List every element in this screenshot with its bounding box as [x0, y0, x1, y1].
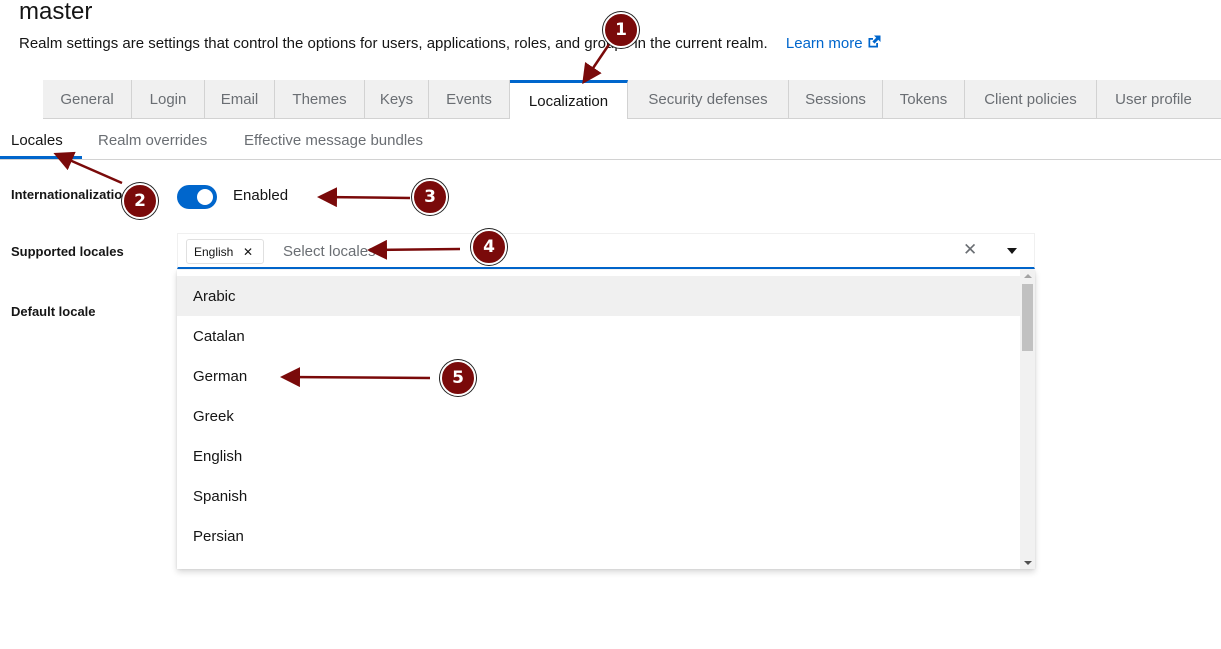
locales-search-input[interactable]	[283, 240, 783, 262]
subtab-realm-overrides[interactable]: Realm overrides	[98, 120, 207, 160]
tab-sessions[interactable]: Sessions	[789, 80, 883, 119]
arrow-3	[317, 187, 411, 208]
tab-label: Tokens	[899, 90, 948, 108]
learn-more-link[interactable]: Learn more	[786, 35, 881, 52]
option-arabic[interactable]: Arabic	[177, 276, 1020, 316]
tab-general[interactable]: General	[43, 80, 132, 119]
tab-events[interactable]: Events	[429, 80, 510, 119]
option-catalan[interactable]: Catalan	[177, 316, 1020, 356]
tab-label: Login	[149, 90, 187, 108]
page-title: master	[19, 0, 93, 25]
annotation-badge-1: 1	[603, 12, 639, 48]
description-text: Realm settings are settings that control…	[19, 35, 768, 52]
clear-selection-icon[interactable]: ✕	[963, 241, 977, 259]
chip-label: English	[194, 244, 234, 259]
annotation-badge-5: 5	[440, 360, 476, 396]
tab-label: Email	[220, 90, 259, 108]
subtab-locales[interactable]: Locales	[11, 120, 63, 160]
caret-down-icon[interactable]	[1007, 248, 1017, 254]
tab-label: Security defenses	[648, 90, 768, 108]
tab-overflow	[1209, 80, 1221, 119]
internationalization-status: Enabled	[233, 187, 289, 204]
tab-label: Client policies	[984, 90, 1077, 108]
tab-label: Themes	[292, 90, 347, 108]
tab-label: Events	[446, 90, 492, 108]
page-description: Realm settings are settings that control…	[19, 35, 881, 52]
scroll-down-arrow-icon[interactable]	[1024, 561, 1032, 565]
option-german[interactable]: German	[177, 356, 1020, 396]
tab-email[interactable]: Email	[205, 80, 275, 119]
tab-login[interactable]: Login	[132, 80, 205, 119]
tab-keys[interactable]: Keys	[365, 80, 429, 119]
internationalization-switch[interactable]	[177, 185, 217, 209]
annotation-badge-2: 2	[122, 183, 158, 219]
locale-chip: English ✕	[186, 239, 264, 264]
tab-tokens[interactable]: Tokens	[883, 80, 965, 119]
active-subtab-indicator	[0, 156, 82, 159]
tab-label: Keys	[379, 90, 414, 108]
locales-dropdown-menu: Arabic Catalan German Greek English Span…	[177, 270, 1035, 569]
realm-settings-tabs: General Login Email Themes Keys Events L…	[43, 80, 1211, 119]
supported-locales-select[interactable]: English ✕ ✕	[177, 233, 1035, 269]
external-link-icon	[868, 35, 881, 48]
option-english[interactable]: English	[177, 436, 1020, 476]
option-greek[interactable]: Greek	[177, 396, 1020, 436]
tab-security-defenses[interactable]: Security defenses	[628, 80, 789, 119]
tab-label: User profile	[1115, 90, 1192, 108]
tab-label: Localization	[528, 92, 609, 110]
chip-remove-icon[interactable]: ✕	[243, 245, 253, 259]
tab-label: Sessions	[805, 90, 866, 108]
tab-themes[interactable]: Themes	[275, 80, 365, 119]
tab-user-profile[interactable]: User profile	[1097, 80, 1211, 119]
localization-subtabs: Locales Realm overrides Effective messag…	[0, 120, 1221, 160]
annotation-badge-4: 4	[471, 229, 507, 265]
scroll-up-arrow-icon[interactable]	[1024, 274, 1032, 278]
annotation-badge-3: 3	[412, 179, 448, 215]
tab-label: General	[60, 90, 114, 108]
tab-localization[interactable]: Localization	[510, 80, 628, 119]
scroll-thumb[interactable]	[1022, 284, 1033, 351]
option-spanish[interactable]: Spanish	[177, 476, 1020, 516]
option-persian[interactable]: Persian	[177, 516, 1020, 556]
subtab-effective-message-bundles[interactable]: Effective message bundles	[244, 120, 423, 160]
learn-more-label: Learn more	[785, 35, 863, 52]
supported-locales-label: Supported locales	[11, 244, 124, 259]
dropdown-scrollbar[interactable]	[1020, 270, 1035, 569]
default-locale-label: Default locale	[11, 304, 96, 319]
switch-knob	[197, 189, 213, 205]
internationalization-label: Internationalization	[11, 187, 131, 202]
tab-client-policies[interactable]: Client policies	[965, 80, 1097, 119]
